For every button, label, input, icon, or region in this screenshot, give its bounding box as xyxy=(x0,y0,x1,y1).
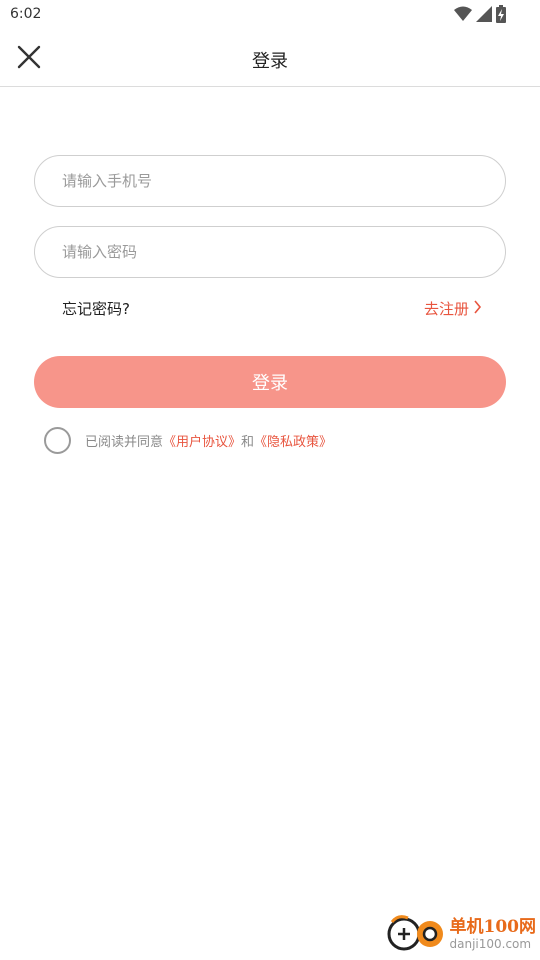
login-button[interactable]: 登录 xyxy=(34,356,506,408)
watermark: 单机100网 danji100.com xyxy=(384,912,537,956)
status-bar: 6:02 xyxy=(0,0,540,30)
forgot-password-link[interactable]: 忘记密码? xyxy=(62,298,130,319)
watermark-logo-icon xyxy=(384,912,446,956)
page-title: 登录 xyxy=(252,51,288,72)
agreement-row: 已阅读并同意《用户协议》和《隐私政策》 xyxy=(44,426,332,454)
password-field[interactable] xyxy=(34,226,506,278)
privacy-policy-link[interactable]: 《隐私政策》 xyxy=(254,435,332,450)
watermark-text: 单机100网 danji100.com xyxy=(449,916,537,951)
status-time: 6:02 xyxy=(10,6,42,22)
agreement-text: 已阅读并同意《用户协议》和《隐私政策》 xyxy=(85,431,332,450)
user-agreement-link[interactable]: 《用户协议》 xyxy=(163,435,241,450)
register-link-label: 去注册 xyxy=(423,300,469,318)
signal-icon xyxy=(476,6,492,26)
status-icons xyxy=(454,5,506,27)
phone-input[interactable] xyxy=(62,172,505,190)
watermark-url: danji100.com xyxy=(449,936,532,951)
links-row: 忘记密码? 去注册 xyxy=(62,296,482,320)
battery-charging-icon xyxy=(496,5,506,27)
register-link[interactable]: 去注册 xyxy=(424,298,482,319)
wifi-icon xyxy=(454,6,472,26)
agreement-joiner: 和 xyxy=(241,434,255,450)
agreement-checkbox[interactable] xyxy=(44,426,71,454)
watermark-title: 单机100网 xyxy=(449,916,537,937)
password-input[interactable] xyxy=(62,243,505,261)
agreement-prefix: 已阅读并同意 xyxy=(85,434,164,450)
phone-field[interactable] xyxy=(34,155,506,207)
app-header: 登录 xyxy=(0,30,540,87)
chevron-right-icon xyxy=(473,299,482,318)
